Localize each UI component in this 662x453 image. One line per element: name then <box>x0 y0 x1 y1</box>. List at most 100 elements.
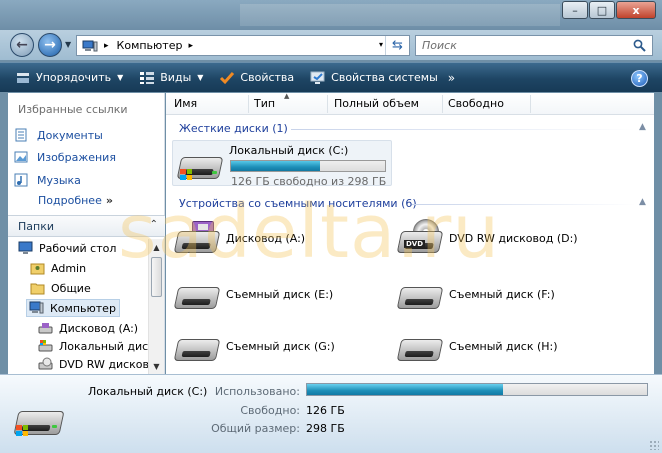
music-icon <box>14 173 28 187</box>
drive-label: Съемный диск (F:) <box>449 287 555 301</box>
system-properties-icon <box>310 71 326 85</box>
back-button[interactable]: ← <box>10 33 34 57</box>
collapse-arrow-icon[interactable]: ▲ <box>639 197 646 207</box>
favorite-label: Документы <box>37 128 103 142</box>
drive-label: Съемный диск (H:) <box>449 339 558 353</box>
tree-item-floppy[interactable]: Дисковод (A:) <box>38 321 138 335</box>
scroll-up-arrow-icon[interactable]: ▲ <box>149 239 164 255</box>
chevron-up-icon: ⌃ <box>149 219 158 230</box>
search-icon[interactable] <box>633 39 646 52</box>
column-divider[interactable] <box>248 95 249 113</box>
favorite-link-music[interactable]: Музыка <box>14 173 81 187</box>
dvd-drive-icon <box>38 357 53 371</box>
details-used-label: Использовано: <box>214 385 300 398</box>
help-button[interactable]: ? <box>631 70 648 87</box>
tree-item-label: Локальный диск (C:) <box>59 339 148 353</box>
group-divider <box>412 204 636 205</box>
favorite-label: Музыка <box>37 173 81 187</box>
drive-label: Дисковод (A:) <box>226 231 306 245</box>
column-header-row: Имя Тип ▲ Полный объем Свободно <box>166 92 654 115</box>
removable-drive-icon <box>173 275 221 313</box>
folders-label: Папки <box>18 220 54 233</box>
favorite-label: Изображения <box>37 150 116 164</box>
disk-usage-fill <box>231 161 320 171</box>
history-dropdown-icon[interactable]: ▼ <box>65 40 71 49</box>
close-button[interactable]: x <box>616 1 656 19</box>
column-free-space[interactable]: Свободно <box>448 97 504 110</box>
column-divider[interactable] <box>442 95 443 113</box>
details-usage-bar <box>306 383 648 396</box>
command-toolbar: Упорядочить ▼ Виды ▼ Свойства Свойства с… <box>0 62 662 92</box>
desktop-icon <box>18 241 33 255</box>
organize-dropdown-icon: ▼ <box>117 73 124 82</box>
tree-item-label: Admin <box>51 261 87 275</box>
properties-button[interactable]: Свойства <box>213 66 300 90</box>
resize-grip[interactable] <box>649 440 659 450</box>
tree-item-desktop[interactable]: Рабочий стол <box>18 241 116 255</box>
system-properties-label: Свойства системы <box>331 71 438 84</box>
favorite-link-documents[interactable]: Документы <box>14 128 103 142</box>
drive-label: DVD RW дисковод (D:) <box>449 231 578 245</box>
folder-icon <box>30 281 45 295</box>
details-free-label: Свободно: <box>240 404 300 417</box>
sort-ascending-icon: ▲ <box>284 92 290 100</box>
column-divider[interactable] <box>327 95 328 113</box>
scrollbar-thumb[interactable] <box>151 257 162 297</box>
drive-item-floppy[interactable]: Дисковод (A:) <box>173 219 306 257</box>
column-total-size[interactable]: Полный объем <box>334 97 419 110</box>
column-name[interactable]: Имя <box>174 97 197 110</box>
removable-drive-icon <box>173 327 221 365</box>
title-bar: – □ x <box>0 0 662 30</box>
drive-item-dvd[interactable]: DVD DVD RW дисковод (D:) <box>396 219 578 257</box>
tree-item-local-disk[interactable]: Локальный диск (C:) <box>38 339 148 353</box>
drive-item-removable-f[interactable]: Съемный диск (F:) <box>396 275 555 313</box>
favorites-more-link[interactable]: Подробнее» <box>38 194 113 207</box>
group-header-removable[interactable]: Устройства со съемными носителями (6) ▲ <box>179 197 646 210</box>
scroll-down-arrow-icon[interactable]: ▼ <box>149 358 164 374</box>
breadcrumb-chevron[interactable]: ▸ <box>188 41 193 51</box>
folders-header[interactable]: Папки ⌃ <box>8 215 165 237</box>
user-folder-icon <box>30 261 45 275</box>
tree-item-computer[interactable]: Компьютер <box>26 299 120 317</box>
group-header-hard-drives[interactable]: Жесткие диски (1) ▲ <box>179 122 646 135</box>
floppy-drive-icon <box>173 219 221 257</box>
collapse-arrow-icon[interactable]: ▲ <box>639 122 646 132</box>
drive-item-removable-h[interactable]: Съемный диск (H:) <box>396 327 558 365</box>
group-label: Устройства со съемными носителями (6) <box>179 197 417 210</box>
address-dropdown-icon[interactable]: ▾ <box>379 40 383 49</box>
tree-item-dvd[interactable]: DVD RW дисковод (D:) <box>38 357 148 371</box>
drive-item-removable-e[interactable]: Съемный диск (E:) <box>173 275 333 313</box>
drive-item-removable-g[interactable]: Съемный диск (G:) <box>173 327 335 365</box>
folder-tree-scrollbar[interactable]: ▲ ▼ <box>148 239 164 374</box>
forward-button[interactable]: → <box>38 33 62 57</box>
column-divider[interactable] <box>530 95 531 113</box>
drive-item-local-disk[interactable]: Локальный диск (C:) 126 ГБ свободно из 2… <box>172 140 392 188</box>
favorites-more-label: Подробнее <box>38 194 102 207</box>
breadcrumb-computer[interactable]: Компьютер <box>117 39 183 52</box>
views-button[interactable]: Виды ▼ <box>133 66 209 90</box>
arrow-right-icon: → <box>44 37 56 53</box>
column-type[interactable]: Тип <box>254 97 275 110</box>
drive-label: Съемный диск (G:) <box>226 339 335 353</box>
hard-drive-icon <box>38 339 53 353</box>
address-row: ← → ▼ ▸ Компьютер ▸ ▾ ⇆ <box>0 30 662 60</box>
breadcrumb-separator[interactable]: ▸ <box>104 41 109 51</box>
search-input[interactable] <box>422 39 622 52</box>
refresh-button[interactable]: ⇆ <box>385 36 409 55</box>
tree-item-admin[interactable]: Admin <box>30 261 86 275</box>
refresh-icon: ⇆ <box>392 38 403 53</box>
views-dropdown-icon: ▼ <box>197 73 204 82</box>
system-properties-button[interactable]: Свойства системы <box>304 66 444 90</box>
search-box[interactable] <box>415 35 653 56</box>
minimize-button[interactable]: – <box>562 1 588 19</box>
address-bar[interactable]: ▸ Компьютер ▸ ▾ ⇆ <box>76 35 410 56</box>
organize-button[interactable]: Упорядочить ▼ <box>9 66 129 90</box>
favorite-link-pictures[interactable]: Изображения <box>14 150 116 164</box>
computer-icon <box>29 301 44 315</box>
properties-label: Свойства <box>240 71 295 84</box>
tree-item-public[interactable]: Общие <box>30 281 91 295</box>
toolbar-overflow-button[interactable]: » <box>448 71 455 85</box>
navigation-pane: Избранные ссылки Документы Изображения М… <box>8 93 165 374</box>
views-label: Виды <box>160 71 192 84</box>
maximize-button[interactable]: □ <box>589 1 615 19</box>
